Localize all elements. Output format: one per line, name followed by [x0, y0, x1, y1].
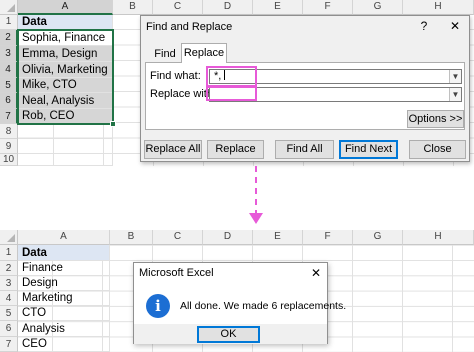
select-all-corner-bottom[interactable] [0, 230, 18, 245]
cell-a1-bottom[interactable]: Data [18, 245, 110, 261]
replace-button[interactable]: Replace [207, 140, 264, 159]
column-header-h-bottom[interactable]: H [403, 230, 474, 245]
row-header-2[interactable]: 2 [0, 30, 18, 46]
row-header-6-bottom[interactable]: 6 [0, 321, 18, 337]
cell-a7-bottom[interactable]: CEO [18, 337, 110, 352]
selection-range-border [17, 29, 114, 125]
row-header-5[interactable]: 5 [0, 78, 18, 93]
cell-a3-bottom[interactable]: Design [18, 276, 110, 291]
replace-history-dropdown[interactable]: ▼ [449, 88, 461, 101]
find-replace-dialog: Find and Replace ? ✕ Find Replace Find w… [140, 15, 470, 162]
row-header-2-bottom[interactable]: 2 [0, 261, 18, 276]
ok-button[interactable]: OK [197, 326, 260, 343]
tab-find[interactable]: Find [150, 46, 180, 62]
column-header-c-bottom[interactable]: C [153, 230, 203, 245]
find-history-dropdown[interactable]: ▼ [449, 70, 461, 83]
cell-a9[interactable] [18, 139, 113, 154]
cell-a1[interactable]: Data [18, 15, 113, 30]
replace-field-highlight [206, 85, 257, 101]
column-header-a[interactable]: A [18, 0, 113, 15]
column-header-f-bottom[interactable]: F [303, 230, 353, 245]
cell-a8[interactable] [18, 124, 113, 139]
column-header-b-bottom[interactable]: B [110, 230, 153, 245]
column-header-e[interactable]: E [253, 0, 303, 15]
select-all-corner[interactable] [0, 0, 18, 15]
dialog-title: Find and Replace [146, 21, 233, 33]
replace-tab-panel: Find what: *, ▼ Replace with: ▼ Options … [145, 62, 465, 130]
column-header-e-bottom[interactable]: E [253, 230, 303, 245]
close-icon[interactable]: ✕ [448, 19, 462, 33]
cell-a4-bottom[interactable]: Marketing [18, 291, 110, 306]
message-box-title: Microsoft Excel [139, 267, 214, 279]
cell-a6-bottom[interactable]: Analysis [18, 321, 110, 337]
close-icon[interactable]: ✕ [309, 266, 323, 280]
replace-all-button[interactable]: Replace All [144, 140, 202, 159]
column-header-b[interactable]: B [113, 0, 153, 15]
cell-a10[interactable] [18, 154, 113, 166]
column-header-d-bottom[interactable]: D [203, 230, 253, 245]
row-header-5-bottom[interactable]: 5 [0, 306, 18, 321]
column-header-h[interactable]: H [403, 0, 474, 15]
cell-a2-bottom[interactable]: Finance [18, 261, 110, 276]
close-button[interactable]: Close [409, 140, 466, 159]
row-header-1-bottom[interactable]: 1 [0, 245, 18, 261]
transition-arrow-line [255, 166, 257, 216]
row-header-4[interactable]: 4 [0, 62, 18, 78]
message-text: All done. We made 6 replacements. [180, 300, 347, 312]
info-icon: i [146, 294, 170, 318]
row-header-8[interactable]: 8 [0, 124, 18, 139]
row-header-1[interactable]: 1 [0, 15, 18, 30]
row-header-3-bottom[interactable]: 3 [0, 276, 18, 291]
row-header-6[interactable]: 6 [0, 93, 18, 109]
row-header-7-bottom[interactable]: 7 [0, 337, 18, 352]
arrow-down-icon [249, 213, 263, 224]
help-icon[interactable]: ? [417, 19, 431, 33]
column-header-c[interactable]: C [153, 0, 203, 15]
find-next-button[interactable]: Find Next [339, 140, 398, 159]
fill-handle[interactable] [110, 121, 116, 127]
row-header-7[interactable]: 7 [0, 109, 18, 124]
find-what-label: Find what: [150, 70, 201, 82]
options-button[interactable]: Options >> [407, 110, 464, 128]
column-header-a-bottom[interactable]: A [18, 230, 110, 245]
row-header-3[interactable]: 3 [0, 46, 18, 62]
cell-a5-bottom[interactable]: CTO [18, 306, 110, 321]
row-header-10[interactable]: 10 [0, 154, 18, 166]
column-header-f[interactable]: F [303, 0, 353, 15]
row-header-4-bottom[interactable]: 4 [0, 291, 18, 306]
column-header-d[interactable]: D [203, 0, 253, 15]
find-all-button[interactable]: Find All [275, 140, 334, 159]
column-header-g[interactable]: G [353, 0, 403, 15]
tab-replace[interactable]: Replace [181, 43, 227, 63]
row-header-9[interactable]: 9 [0, 139, 18, 154]
column-header-g-bottom[interactable]: G [353, 230, 403, 245]
